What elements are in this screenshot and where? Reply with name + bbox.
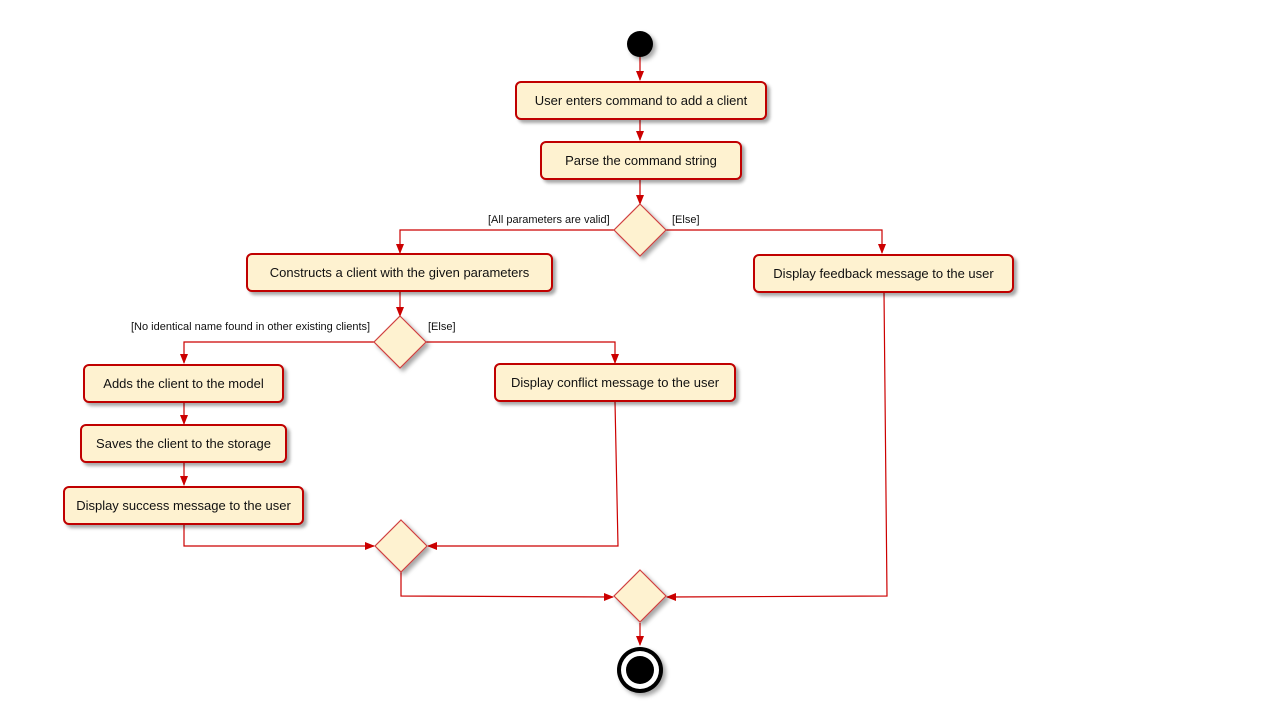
- edge-feedback-merge2: [666, 291, 888, 601]
- decision-valid-params: [613, 203, 667, 257]
- edge-valid: [396, 229, 614, 254]
- merge-node-1: [374, 519, 428, 573]
- guard-no-identical-name: [No identical name found in other existi…: [131, 321, 371, 333]
- guard-valid-params: [All parameters are valid]: [488, 214, 610, 226]
- guard-else-1: [Else]: [672, 214, 700, 226]
- end-node: [617, 647, 663, 693]
- edge-success-merge: [183, 525, 375, 550]
- edge-merge1-merge2: [400, 572, 614, 601]
- action-display-feedback: Display feedback message to the user: [753, 254, 1014, 293]
- start-node: [627, 31, 653, 57]
- edge-no-identical: [180, 341, 374, 364]
- edge-else1: [666, 229, 886, 254]
- edge-else2: [426, 341, 619, 364]
- decision-identical-name: [373, 315, 427, 369]
- action-display-conflict: Display conflict message to the user: [494, 363, 736, 402]
- merge-node-2: [613, 569, 667, 623]
- action-parse-command: Parse the command string: [540, 141, 742, 180]
- action-display-success: Display success message to the user: [63, 486, 304, 525]
- guard-else-2: [Else]: [428, 321, 456, 333]
- action-add-to-model: Adds the client to the model: [83, 364, 284, 403]
- action-save-storage: Saves the client to the storage: [80, 424, 287, 463]
- action-construct-client: Constructs a client with the given param…: [246, 253, 553, 292]
- edge-conflict-merge: [427, 401, 619, 550]
- action-enter-command: User enters command to add a client: [515, 81, 767, 120]
